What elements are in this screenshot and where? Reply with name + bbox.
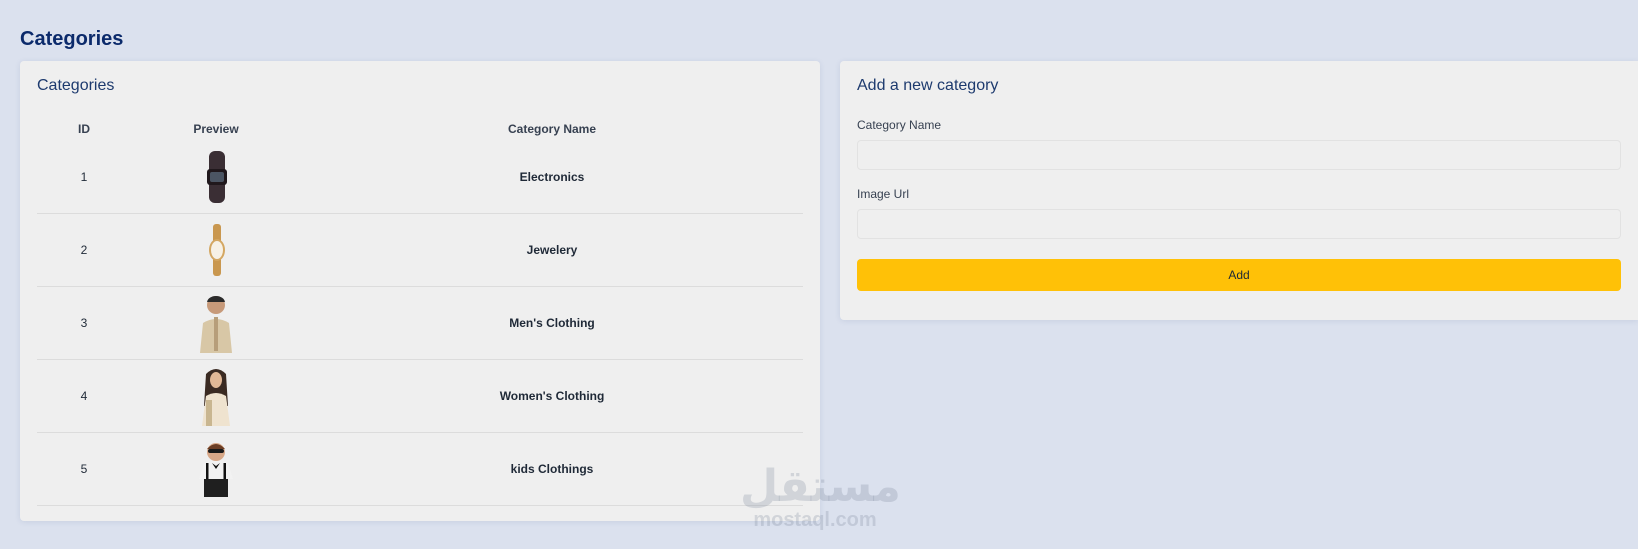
column-header-preview: Preview <box>193 122 239 136</box>
cell-name: Jewelery <box>301 213 803 287</box>
column-header-id: ID <box>78 122 90 136</box>
cell-preview <box>131 286 301 360</box>
add-button[interactable]: Add <box>857 259 1621 291</box>
categories-table: ID Preview Category Name 1 Electronics 2 <box>37 117 803 506</box>
cell-name: kids Clothings <box>301 432 803 506</box>
categories-list-card: Categories ID Preview Category Name 1 El… <box>20 61 820 521</box>
cell-id: 5 <box>37 432 131 506</box>
form-card-title: Add a new category <box>857 77 999 94</box>
category-name-label: Category Name <box>857 118 942 132</box>
list-card-title: Categories <box>37 77 115 94</box>
cell-preview <box>131 213 301 287</box>
watermark-logo: مستقل mostaql.com <box>740 461 901 532</box>
add-category-card: Add a new category Category Name Image U… <box>840 61 1638 320</box>
man-shirt-image <box>200 295 232 353</box>
watermark-latin: mostaql.com <box>753 509 877 531</box>
cell-id: 2 <box>37 213 131 287</box>
cell-name: Women's Clothing <box>301 359 803 433</box>
cell-name: Men's Clothing <box>301 286 803 360</box>
watermark-arabic: مستقل <box>740 461 901 512</box>
column-header-name: Category Name <box>507 122 597 136</box>
table-row: 1 Electronics <box>37 141 803 214</box>
cell-id: 4 <box>37 359 131 433</box>
category-name-input[interactable] <box>857 140 1621 170</box>
kid-image <box>199 443 233 497</box>
page-title: Categories <box>20 28 124 50</box>
gold-watch-image <box>209 224 225 276</box>
cell-id: 3 <box>37 286 131 360</box>
table-header-row: ID Preview Category Name <box>37 117 803 141</box>
table-row: 5 kids Clothings <box>37 432 803 506</box>
image-url-label: Image Url <box>857 187 910 201</box>
cell-name: Electronics <box>301 141 803 214</box>
table-row: 2 Jewelery <box>37 213 803 287</box>
image-url-input[interactable] <box>857 209 1621 239</box>
cell-preview <box>131 141 301 214</box>
cell-preview <box>131 432 301 506</box>
woman-image <box>202 369 230 426</box>
cell-preview <box>131 359 301 433</box>
cell-id: 1 <box>37 141 131 214</box>
table-row: 4 Women's Clothing <box>37 359 803 433</box>
table-row: 3 Men's Clothing <box>37 286 803 360</box>
watch-band-image <box>207 151 227 203</box>
